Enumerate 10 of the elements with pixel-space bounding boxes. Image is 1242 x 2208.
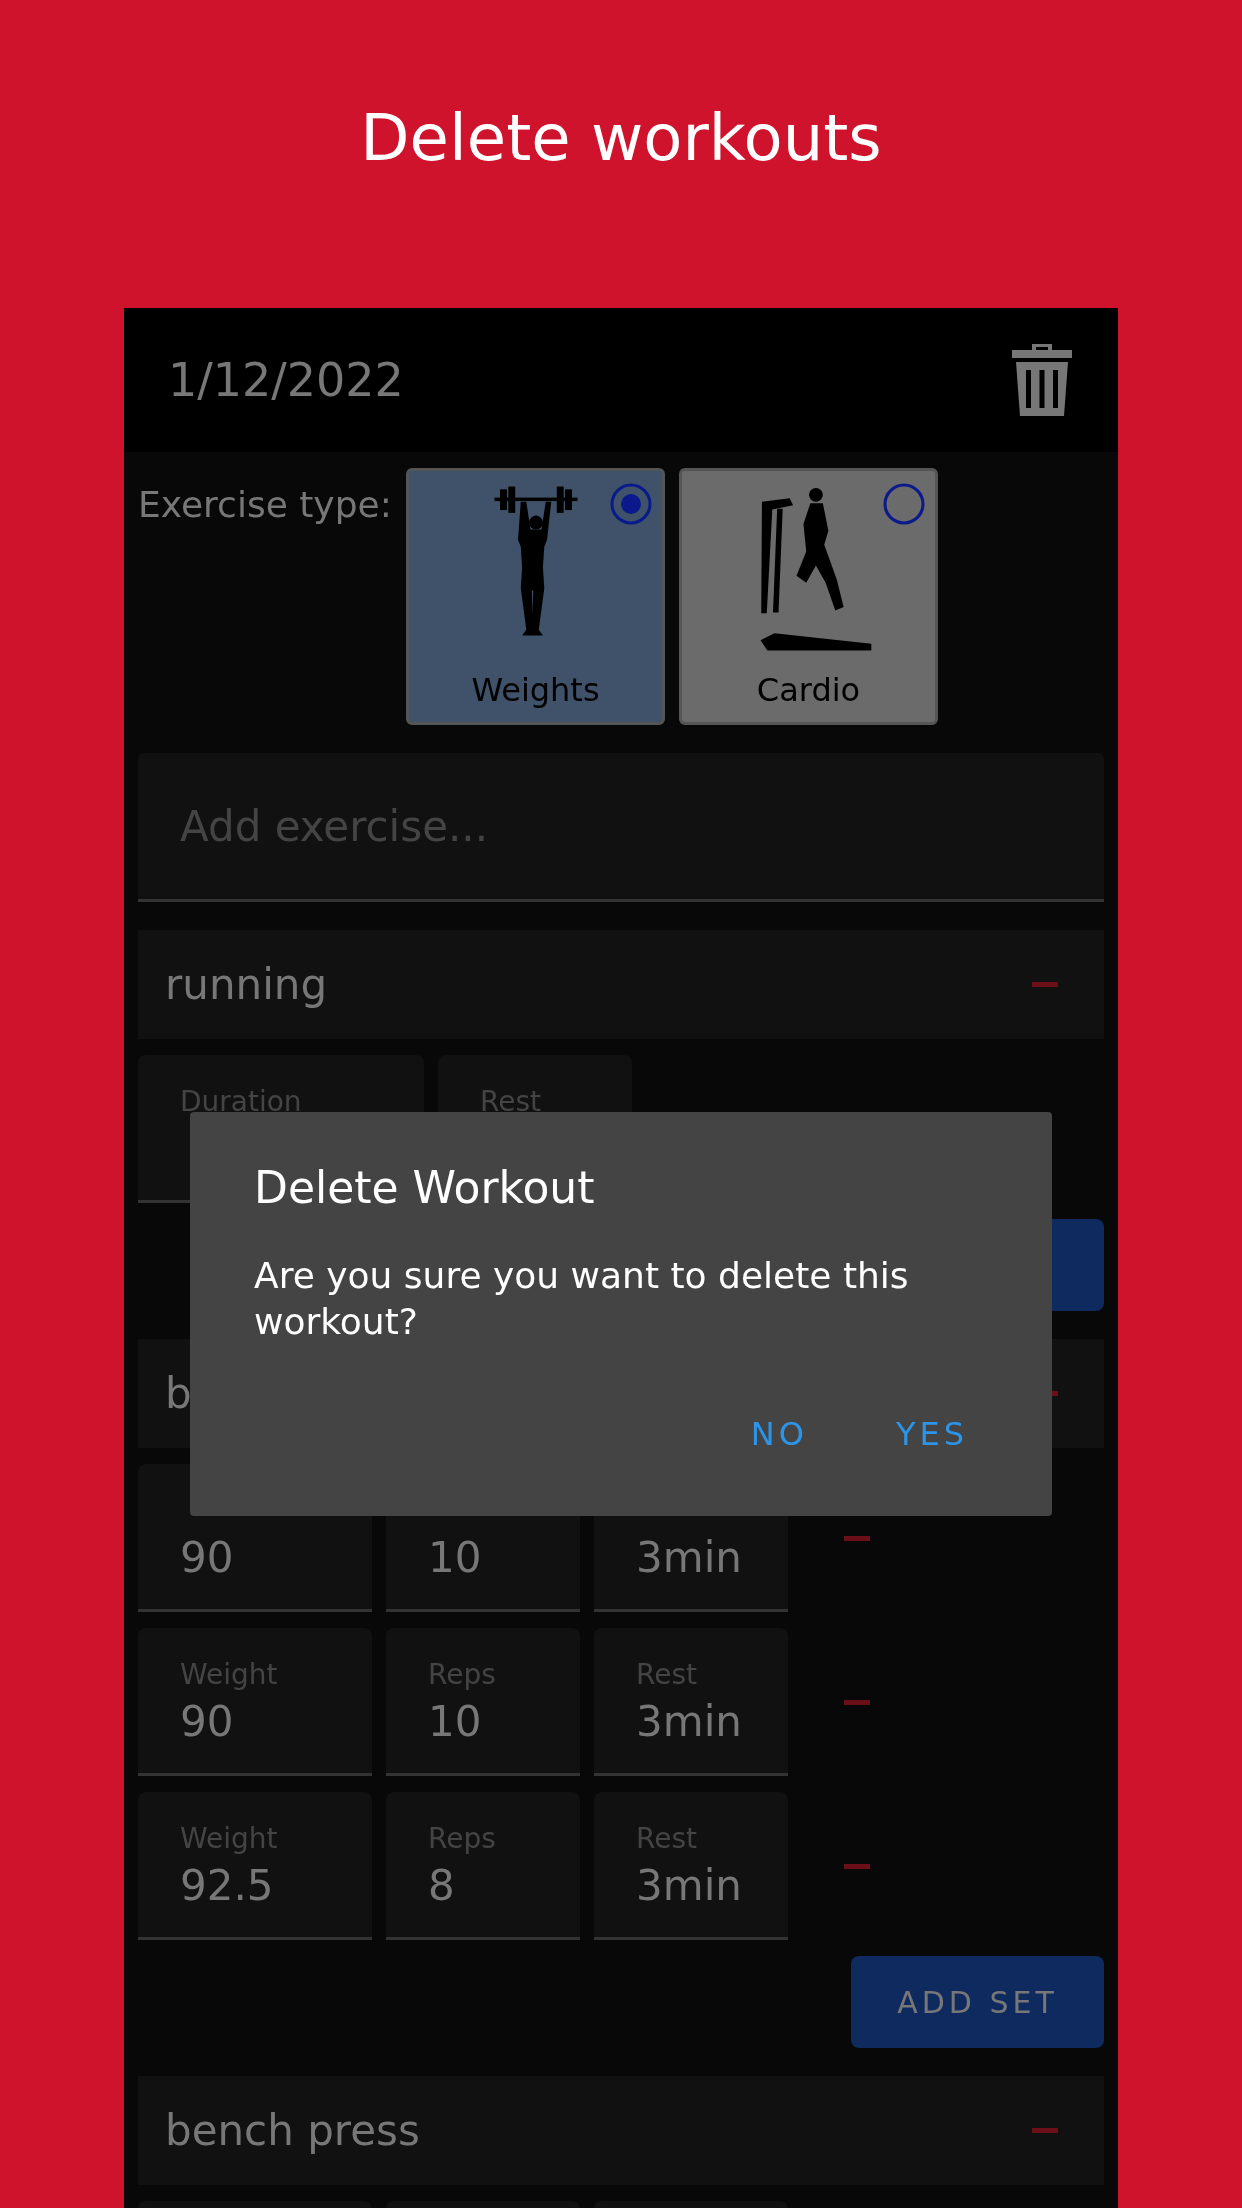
dialog-title: Delete Workout bbox=[254, 1162, 596, 1213]
exercise-type-label: Cardio bbox=[756, 671, 861, 709]
exercise-name: running bbox=[165, 960, 328, 1009]
exercise-name: b bbox=[165, 1369, 192, 1418]
exercise-name: bench press bbox=[165, 2106, 420, 2155]
exercise-type-label: Exercise type: bbox=[138, 484, 392, 525]
workout-date: 1/12/2022 bbox=[168, 353, 404, 407]
page-title: Delete workouts bbox=[360, 100, 882, 177]
exercise-type-label: Weights bbox=[471, 671, 600, 709]
dialog-message: Are you sure you want to delete this workout? bbox=[254, 1254, 910, 1344]
